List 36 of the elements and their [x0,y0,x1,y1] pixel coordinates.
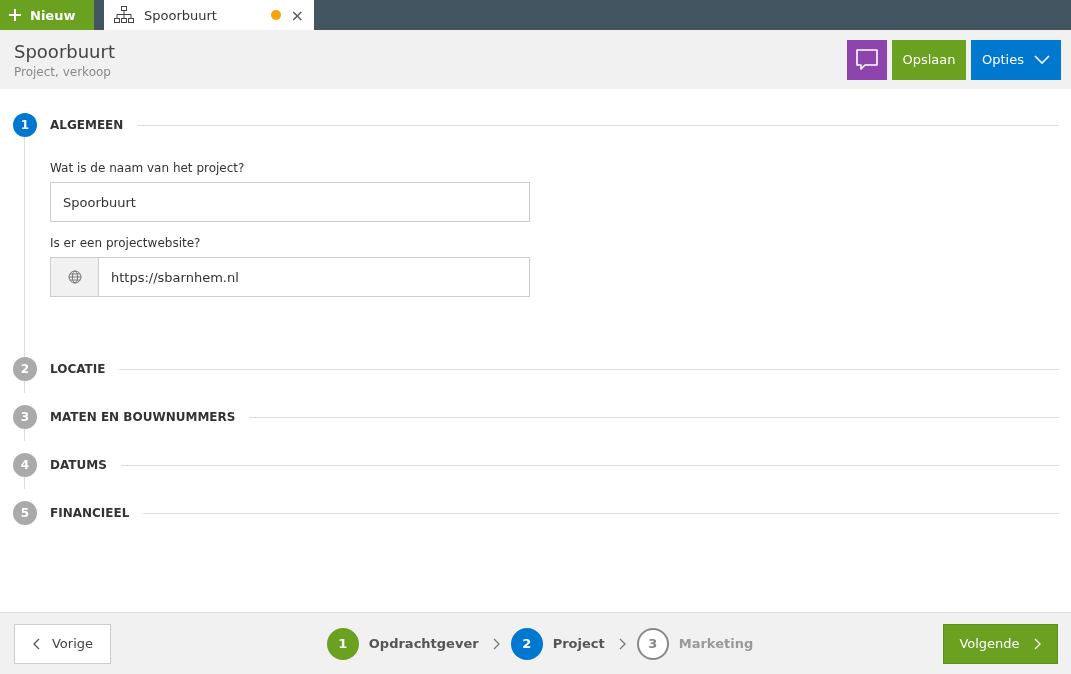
chevron-right-icon [492,637,501,650]
section-number: 1 [13,113,37,137]
options-button[interactable]: Opties [971,39,1061,80]
step-label[interactable]: Opdrachtgever [368,636,479,651]
input-field[interactable]: https://sbarnhem.nl [99,257,530,297]
page-subtitle: Project, verkoop [14,64,112,79]
chevron-left-icon [31,637,40,650]
section-title[interactable]: FINANCIEEL [50,506,130,520]
chevron-down-icon [1034,54,1050,65]
section-number: 2 [13,357,37,381]
section-title[interactable]: DATUMS [50,458,107,472]
close-button[interactable]: × [290,5,304,25]
chevron-right-icon [1033,637,1042,650]
step-number: 1 [326,627,359,660]
page-title: Spoorbuurt [14,40,115,62]
input-field[interactable]: Spoorbuurt [50,182,530,222]
section-number: 3 [13,405,37,429]
comment-button[interactable] [847,39,888,80]
globe-icon [67,270,82,284]
chevron-right-icon [618,637,627,650]
document-tab[interactable]: Spoorbuurt × [104,0,314,30]
field-label: Wat is de naam van het project? [50,161,246,175]
section-number: 5 [13,501,37,525]
tab-label: Spoorbuurt [144,7,218,23]
step-number: 3 [636,627,669,660]
section-title[interactable]: LOCATIE [50,362,106,376]
step-number: 2 [510,627,543,660]
sitemap-icon [114,6,134,24]
section-number: 4 [13,453,37,477]
section-title[interactable]: ALGEMEEN [50,118,124,132]
speech-bubble-icon [854,46,881,73]
field-label: Is er een projectwebsite? [50,236,202,250]
previous-button[interactable]: Vorige [14,623,111,664]
step-label[interactable]: Project [552,636,605,651]
plus-icon [9,9,21,21]
section-title[interactable]: MATEN EN BOUWNUMMERS [50,410,236,424]
